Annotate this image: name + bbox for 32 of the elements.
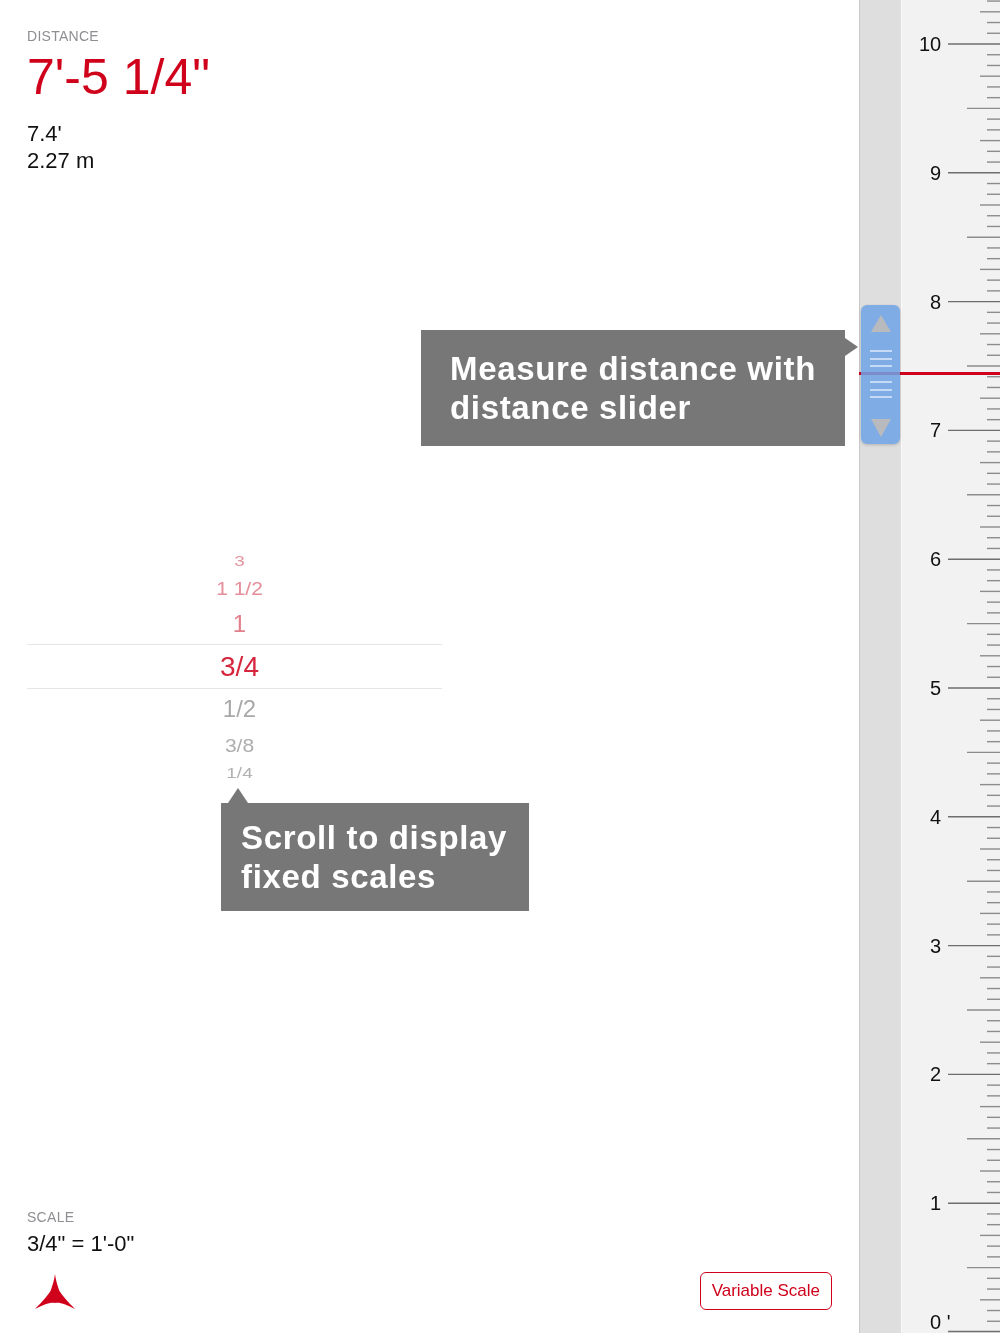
scale-option[interactable]: 1/4 (226, 764, 253, 781)
tooltip-text: Measure distance with distance slider (450, 349, 816, 427)
distance-label: DISTANCE (27, 28, 99, 44)
scale-option[interactable]: 3/4 (220, 652, 259, 681)
ruler-label: 8 (930, 290, 942, 313)
scale-option[interactable]: 3 (234, 552, 245, 569)
slider-track[interactable] (859, 0, 902, 1333)
ruler-label: 3 (930, 934, 942, 957)
ruler-label: 2 (930, 1063, 942, 1086)
scale-option[interactable]: 1/2 (222, 697, 257, 721)
distance-feet: 7.4' (27, 120, 62, 147)
ruler-label: 0 ' (930, 1311, 951, 1333)
grip-lines-icon (869, 350, 892, 399)
slider-handle[interactable] (861, 305, 900, 445)
ruler-label: 10 (919, 33, 942, 55)
scale-label: SCALE (27, 1209, 75, 1225)
ruler-label: 9 (930, 161, 942, 184)
scale-option[interactable]: 1 1/2 (216, 578, 263, 598)
down-triangle-icon (870, 419, 891, 438)
distance-reading: 7'-5 1/4" (27, 52, 210, 102)
ruler-label: 1 (930, 1192, 942, 1215)
distance-meters: 2.27 m (27, 147, 95, 174)
scale-option[interactable]: 3/8 (224, 735, 255, 755)
tooltip-text: Scroll to display fixed scales (241, 818, 508, 896)
variable-scale-button[interactable]: Variable Scale (699, 1272, 832, 1310)
scale-option[interactable]: 1 (232, 612, 247, 636)
scale-value: 3/4" = 1'-0" (27, 1230, 135, 1257)
up-triangle-icon (870, 315, 891, 333)
ruler-label: 5 (930, 677, 942, 699)
ruler-label: 6 (930, 548, 942, 571)
ruler-label: 4 (930, 805, 942, 828)
ruler-label: 7 (930, 419, 942, 442)
